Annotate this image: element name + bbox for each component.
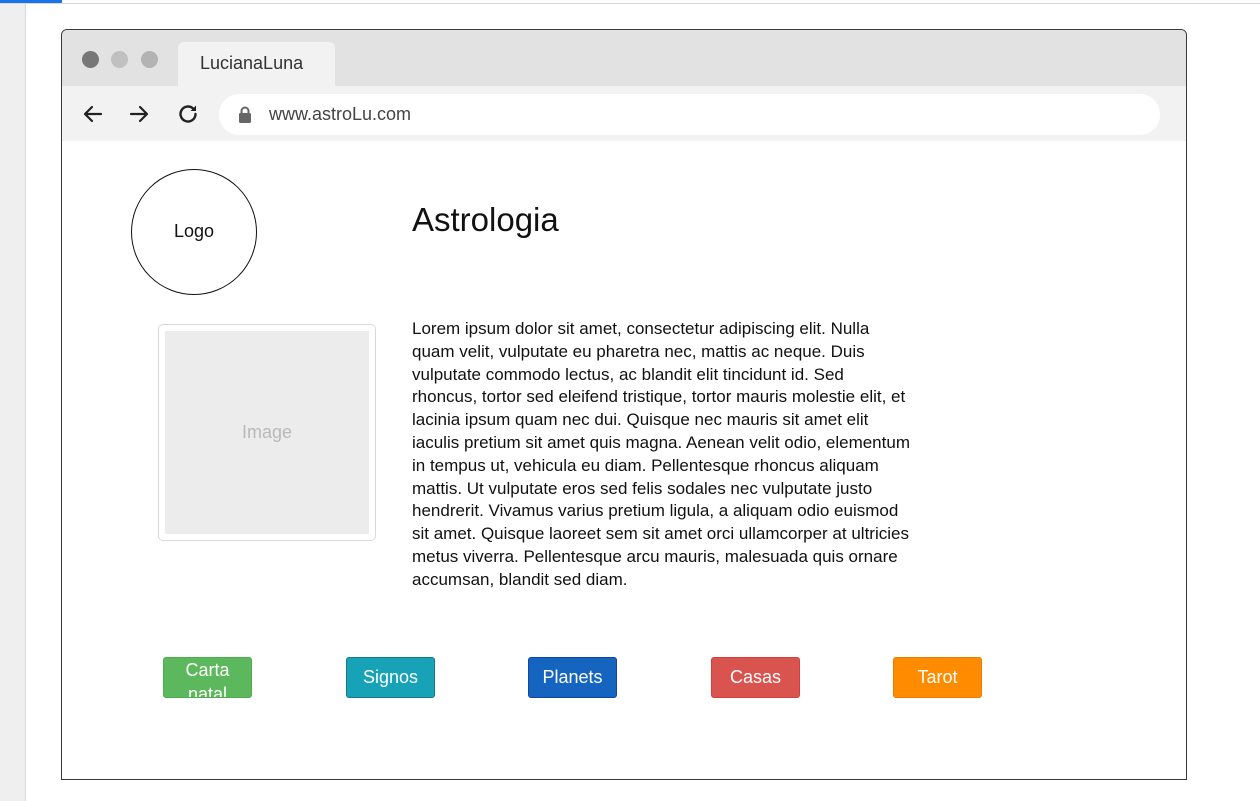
url-text: www.astroLu.com	[269, 104, 412, 124]
casas-button[interactable]: Casas	[711, 657, 800, 698]
window-close-dot[interactable]	[82, 51, 99, 68]
editor-top-divider	[0, 3, 1260, 4]
lock-icon	[238, 106, 252, 123]
logo[interactable]: Logo	[131, 169, 257, 295]
carta-natal-button[interactable]: Carta natal	[163, 657, 252, 698]
logo-label: Logo	[173, 221, 215, 241]
signos-button[interactable]: Signos	[346, 657, 435, 698]
arrow-right-icon[interactable]	[127, 102, 151, 126]
planets-button-label: Planets	[542, 667, 603, 687]
reload-icon[interactable]	[176, 102, 200, 126]
browser-toolbar: www.astroLu.com	[62, 86, 1186, 141]
carta-natal-button-label: Carta natal	[185, 660, 230, 698]
browser-tab[interactable]: LucianaLuna	[178, 42, 335, 87]
browser-tab-title: LucianaLuna	[200, 53, 304, 73]
image-placeholder: Image	[158, 324, 376, 541]
window-maximize-dot[interactable]	[141, 51, 158, 68]
window-minimize-dot[interactable]	[111, 51, 128, 68]
tarot-button-label: Tarot	[917, 667, 958, 687]
browser-window: LucianaLuna www.astroLu.com Logo Astrolo…	[61, 29, 1187, 780]
signos-button-label: Signos	[362, 667, 419, 687]
page-title: Astrologia	[412, 201, 559, 238]
planets-button[interactable]: Planets	[528, 657, 617, 698]
image-placeholder-label: Image	[165, 331, 369, 534]
editor-left-panel	[0, 4, 26, 801]
arrow-left-icon[interactable]	[81, 102, 105, 126]
tarot-button[interactable]: Tarot	[893, 657, 982, 698]
page: LucianaLuna www.astroLu.com Logo Astrolo…	[0, 0, 1260, 801]
browser-titlebar: LucianaLuna	[62, 30, 1186, 87]
address-bar[interactable]: www.astroLu.com	[219, 94, 1160, 135]
page-content: Logo Astrologia Image Lorem ipsum dolor …	[62, 141, 1186, 779]
casas-button-label: Casas	[729, 667, 782, 687]
body-paragraph: Lorem ipsum dolor sit amet, consectetur …	[412, 319, 910, 589]
